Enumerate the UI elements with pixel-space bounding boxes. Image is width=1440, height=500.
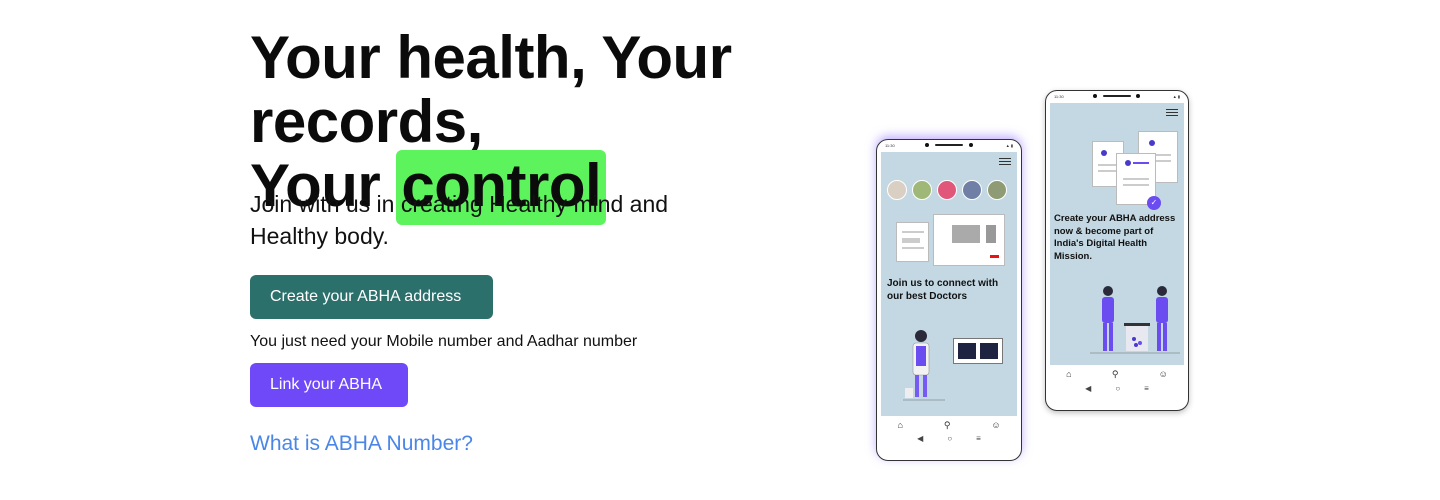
doctor-avatar [912, 180, 932, 200]
bottom-navigation: ⌂ ⚲ ☺ [1046, 369, 1188, 380]
sensor-icon [1136, 94, 1140, 98]
search-icon[interactable]: ⚲ [944, 420, 951, 431]
headline-line-1: Your health, Your records, [250, 24, 732, 155]
phone-screen: ✓ Create your ABHA address now & become … [1050, 103, 1184, 365]
profile-icon[interactable]: ☺ [1159, 369, 1168, 380]
hero-subtitle: Join with us in creating Healthy mind an… [250, 191, 669, 249]
speaker-notch [935, 144, 963, 146]
screen-headline: Join us to connect with our best Doctors [887, 278, 999, 302]
camera-icon [925, 143, 929, 147]
document-illustration [896, 222, 929, 262]
doctor-avatar [937, 180, 957, 200]
search-icon[interactable]: ⚲ [1112, 369, 1119, 380]
system-navigation: ◀ ○ ≡ [877, 434, 1021, 443]
recents-icon[interactable]: ≡ [1144, 384, 1149, 393]
bottom-navigation: ⌂ ⚲ ☺ [877, 420, 1021, 431]
link-abha-button[interactable]: Link your ABHA [250, 363, 408, 407]
speaker-notch [1103, 95, 1131, 97]
health-workers-illustration [1090, 286, 1180, 354]
doctor-avatar [962, 180, 982, 200]
doctor-avatars [887, 180, 1007, 200]
system-navigation: ◀ ○ ≡ [1046, 384, 1188, 393]
recents-icon[interactable]: ≡ [976, 434, 981, 443]
signal-icon: ▲ ▮ [1172, 94, 1180, 99]
xray-board-illustration [953, 338, 1003, 364]
screen-headline: Create your ABHA address now & become pa… [1054, 213, 1176, 262]
check-icon: ✓ [1147, 196, 1161, 210]
report-illustration [933, 214, 1005, 266]
back-icon[interactable]: ◀ [1085, 384, 1091, 393]
status-time: 11:30 [1054, 94, 1064, 99]
profile-icon[interactable]: ☺ [991, 420, 1000, 431]
phone-mockup-doctors: 11:30 ▲ ▮ Join us to connect with our be… [876, 139, 1022, 461]
home-circle-icon[interactable]: ○ [947, 434, 952, 443]
phone-screen: Join us to connect with our best Doctors [881, 152, 1017, 416]
what-is-abha-link[interactable]: What is ABHA Number? [250, 432, 473, 456]
home-circle-icon[interactable]: ○ [1115, 384, 1120, 393]
doctor-avatar [987, 180, 1007, 200]
sensor-icon [969, 143, 973, 147]
phone-status-bar: 11:30 ▲ ▮ [1046, 91, 1188, 103]
create-abha-address-button[interactable]: Create your ABHA address [250, 275, 493, 319]
phone-status-bar: 11:30 ▲ ▮ [877, 140, 1021, 152]
phone-mockup-abha: 11:30 ▲ ▮ ✓ Create your ABHA address now… [1045, 90, 1189, 411]
camera-icon [1093, 94, 1097, 98]
doctor-avatar [887, 180, 907, 200]
verified-card-illustration: ✓ [1116, 153, 1161, 210]
back-icon[interactable]: ◀ [917, 434, 923, 443]
requirements-note: You just need your Mobile number and Aad… [250, 333, 638, 350]
hamburger-menu-icon [999, 158, 1011, 167]
doctor-illustration [903, 330, 945, 401]
status-time: 11:30 [885, 143, 895, 148]
home-icon[interactable]: ⌂ [1066, 369, 1071, 380]
hamburger-menu-icon [1166, 109, 1178, 118]
home-icon[interactable]: ⌂ [897, 420, 902, 431]
signal-icon: ▲ ▮ [1005, 143, 1013, 148]
